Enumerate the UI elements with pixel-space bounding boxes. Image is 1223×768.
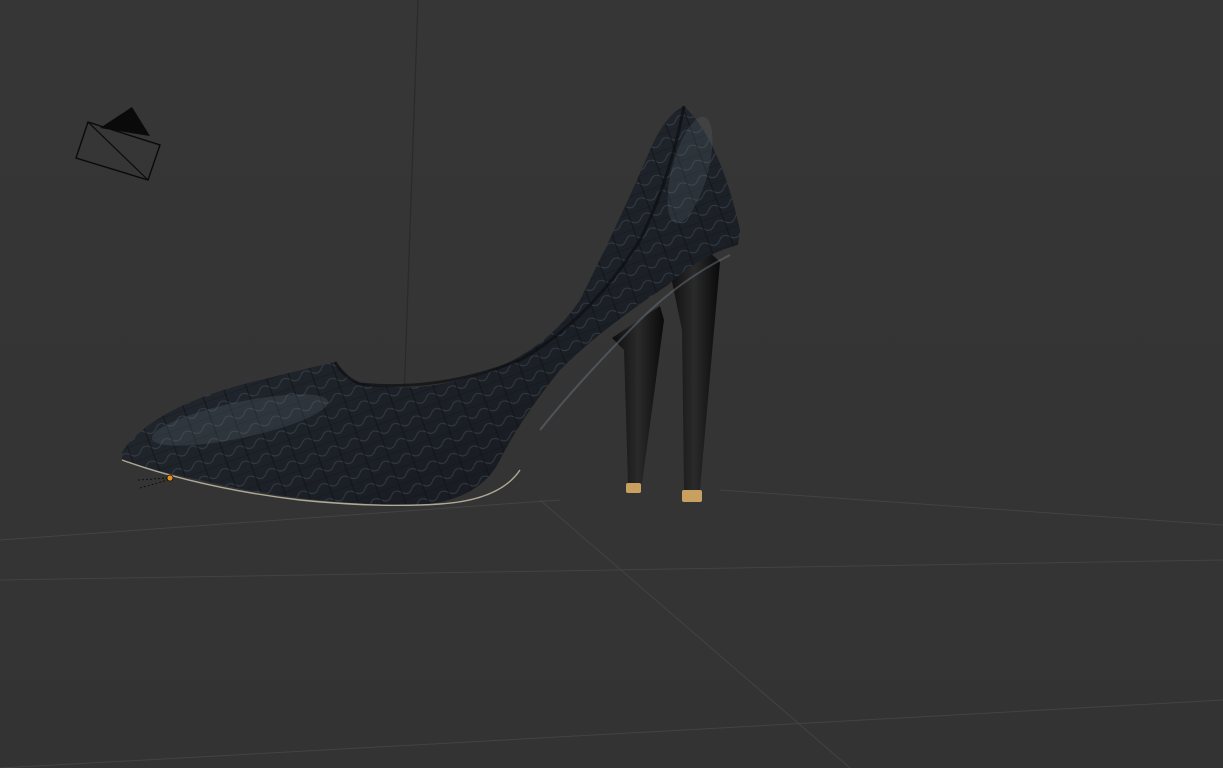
heel-tip <box>682 490 702 502</box>
viewport-background <box>0 0 1223 768</box>
3d-viewport[interactable] <box>0 0 1223 768</box>
viewport-canvas[interactable] <box>0 0 1223 768</box>
heel-tip <box>626 483 641 493</box>
